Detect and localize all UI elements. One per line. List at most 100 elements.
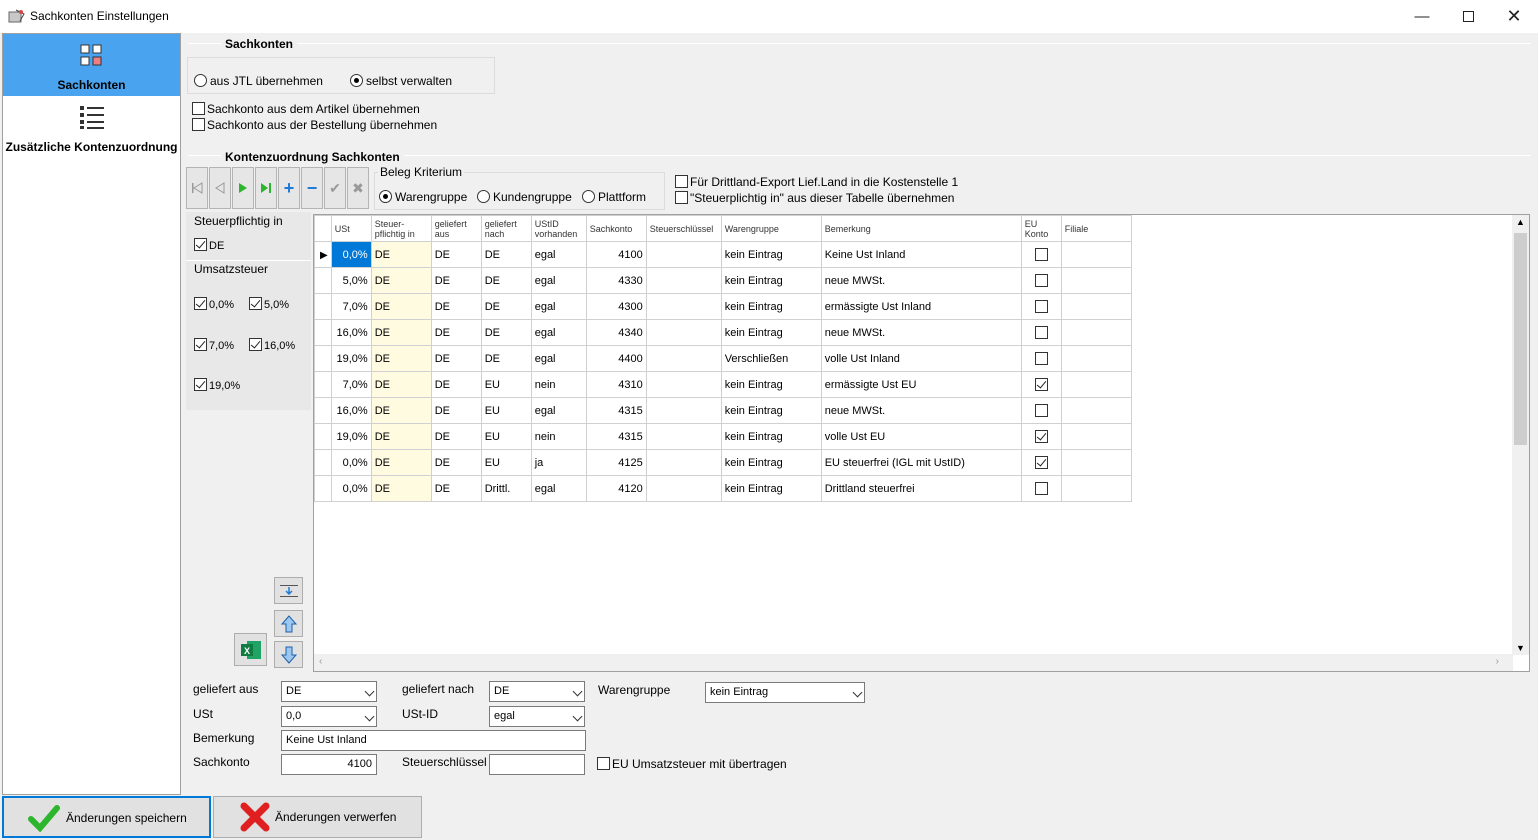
radio-warengruppe[interactable]: Warengruppe: [379, 190, 467, 204]
row-indicator[interactable]: ▶: [314, 241, 332, 268]
cell-warengruppe[interactable]: kein Eintrag: [720, 423, 822, 450]
cell-steuerpflichtig[interactable]: DE: [370, 241, 432, 268]
cell-geliefert-aus[interactable]: DE: [430, 371, 482, 398]
discard-changes-button[interactable]: Änderungen verwerfen: [213, 796, 422, 838]
cell-ustid[interactable]: nein: [530, 371, 587, 398]
cell-filiale[interactable]: [1060, 475, 1132, 502]
cell-filiale[interactable]: [1060, 449, 1132, 476]
cell-steuerpflichtig[interactable]: DE: [370, 371, 432, 398]
cell-eu-konto[interactable]: [1020, 371, 1062, 398]
row-indicator[interactable]: [314, 449, 332, 476]
cell-steuerschluessel[interactable]: [645, 345, 722, 372]
col-warengruppe[interactable]: Warengruppe: [720, 215, 822, 242]
cell-bemerkung[interactable]: Keine Ust Inland: [820, 241, 1022, 268]
cell-eu-konto[interactable]: [1020, 267, 1062, 294]
geliefert-nach-select[interactable]: DE: [489, 681, 585, 702]
post-record-button[interactable]: ✔: [324, 167, 346, 209]
checkbox-artikel[interactable]: Sachkonto aus dem Artikel übernehmen: [192, 102, 420, 116]
cell-sachkonto[interactable]: 4315: [585, 397, 647, 424]
cell-eu-konto[interactable]: [1020, 423, 1062, 450]
ust-select[interactable]: 0,0: [281, 706, 377, 727]
cell-warengruppe[interactable]: kein Eintrag: [720, 267, 822, 294]
cell-geliefert-aus[interactable]: DE: [430, 475, 482, 502]
cell-geliefert-nach[interactable]: Drittl.: [480, 475, 532, 502]
last-record-button[interactable]: [255, 167, 277, 209]
cell-ustid[interactable]: egal: [530, 475, 587, 502]
cell-geliefert-nach[interactable]: EU: [480, 397, 532, 424]
table-row[interactable]: 0,0% DE DE EU ja 4125 kein Eintrag EU steuerfre…: [314, 449, 1132, 476]
cell-warengruppe[interactable]: kein Eintrag: [720, 449, 822, 476]
radio-kundengruppe[interactable]: Kundengruppe: [477, 190, 572, 204]
cell-ust[interactable]: 7,0%: [330, 293, 372, 320]
cell-ustid[interactable]: nein: [530, 423, 587, 450]
cell-steuerpflichtig[interactable]: DE: [370, 267, 432, 294]
sachkonten-grid[interactable]: USt Steuer-pflichtig in geliefert aus ge…: [313, 214, 1530, 672]
cell-bemerkung[interactable]: volle Ust EU: [820, 423, 1022, 450]
cell-geliefert-aus[interactable]: DE: [430, 293, 482, 320]
cell-ust[interactable]: 0,0%: [330, 449, 372, 476]
scroll-down-icon[interactable]: ▼: [1516, 643, 1525, 653]
cell-steuerpflichtig[interactable]: DE: [370, 449, 432, 476]
cell-sachkonto[interactable]: 4300: [585, 293, 647, 320]
cell-ustid[interactable]: ja: [530, 449, 587, 476]
geliefert-aus-select[interactable]: DE: [281, 681, 377, 702]
move-up-button[interactable]: [274, 610, 303, 637]
column-settings-button[interactable]: [274, 577, 303, 604]
cell-bemerkung[interactable]: ermässigte Ust EU: [820, 371, 1022, 398]
cell-geliefert-nach[interactable]: DE: [480, 267, 532, 294]
checkbox-filter-de[interactable]: DE: [194, 238, 224, 252]
cell-steuerschluessel[interactable]: [645, 241, 722, 268]
cell-ustid[interactable]: egal: [530, 319, 587, 346]
cell-eu-konto[interactable]: [1020, 397, 1062, 424]
cell-ustid[interactable]: egal: [530, 267, 587, 294]
cell-sachkonto[interactable]: 4340: [585, 319, 647, 346]
cell-bemerkung[interactable]: neue MWSt.: [820, 267, 1022, 294]
cell-filiale[interactable]: [1060, 293, 1132, 320]
checkbox-rate-16[interactable]: 16,0%: [249, 338, 295, 352]
delete-record-button[interactable]: −: [301, 167, 323, 209]
scroll-up-icon[interactable]: ▲: [1516, 217, 1525, 227]
cell-geliefert-aus[interactable]: DE: [430, 423, 482, 450]
cancel-record-button[interactable]: ✖: [347, 167, 369, 209]
col-geliefert-nach[interactable]: geliefert nach: [480, 215, 532, 242]
table-row[interactable]: 16,0% DE DE DE egal 4340 kein Eintrag neue MWSt…: [314, 319, 1132, 346]
cell-geliefert-aus[interactable]: DE: [430, 319, 482, 346]
cell-ust[interactable]: 0,0%: [330, 475, 372, 502]
cell-steuerpflichtig[interactable]: DE: [370, 345, 432, 372]
cell-geliefert-nach[interactable]: DE: [480, 345, 532, 372]
cell-ust[interactable]: 5,0%: [330, 267, 372, 294]
row-indicator[interactable]: [314, 475, 332, 502]
sidebar-item-kontenzuordnung[interactable]: Zusätzliche Kontenzuordnung: [3, 96, 180, 158]
cell-filiale[interactable]: [1060, 397, 1132, 424]
checkbox-eu-umsatzsteuer[interactable]: EU Umsatzsteuer mit übertragen: [597, 757, 787, 771]
row-indicator[interactable]: [314, 345, 332, 372]
col-sachkonto[interactable]: Sachkonto: [585, 215, 647, 242]
minimize-button[interactable]: —: [1399, 0, 1445, 33]
checkbox-bestellung[interactable]: Sachkonto aus der Bestellung übernehmen: [192, 118, 437, 132]
cell-geliefert-nach[interactable]: DE: [480, 293, 532, 320]
cell-filiale[interactable]: [1060, 345, 1132, 372]
cell-warengruppe[interactable]: kein Eintrag: [720, 241, 822, 268]
row-indicator[interactable]: [314, 423, 332, 450]
first-record-button[interactable]: [186, 167, 208, 209]
cell-eu-konto[interactable]: [1020, 319, 1062, 346]
cell-warengruppe[interactable]: kein Eintrag: [720, 475, 822, 502]
sidebar-item-sachkonten[interactable]: Sachkonten: [3, 34, 180, 96]
table-row[interactable]: 19,0% DE DE EU nein 4315 kein Eintrag volle Ust…: [314, 423, 1132, 450]
radio-plattform[interactable]: Plattform: [582, 190, 646, 204]
cell-warengruppe[interactable]: Verschließen: [720, 345, 822, 372]
table-row[interactable]: 0,0% DE DE Drittl. egal 4120 kein Eintrag Dritt…: [314, 475, 1132, 502]
cell-filiale[interactable]: [1060, 319, 1132, 346]
cell-steuerschluessel[interactable]: [645, 267, 722, 294]
row-indicator[interactable]: [314, 293, 332, 320]
cell-ustid[interactable]: egal: [530, 345, 587, 372]
cell-warengruppe[interactable]: kein Eintrag: [720, 293, 822, 320]
cell-bemerkung[interactable]: volle Ust Inland: [820, 345, 1022, 372]
row-indicator[interactable]: [314, 319, 332, 346]
cell-ust[interactable]: 19,0%: [330, 423, 372, 450]
col-bemerkung[interactable]: Bemerkung: [820, 215, 1022, 242]
cell-geliefert-nach[interactable]: DE: [480, 319, 532, 346]
radio-aus-jtl[interactable]: aus JTL übernehmen: [194, 74, 323, 88]
radio-selbst-verwalten[interactable]: selbst verwalten: [350, 74, 452, 88]
cell-geliefert-nach[interactable]: DE: [480, 241, 532, 268]
